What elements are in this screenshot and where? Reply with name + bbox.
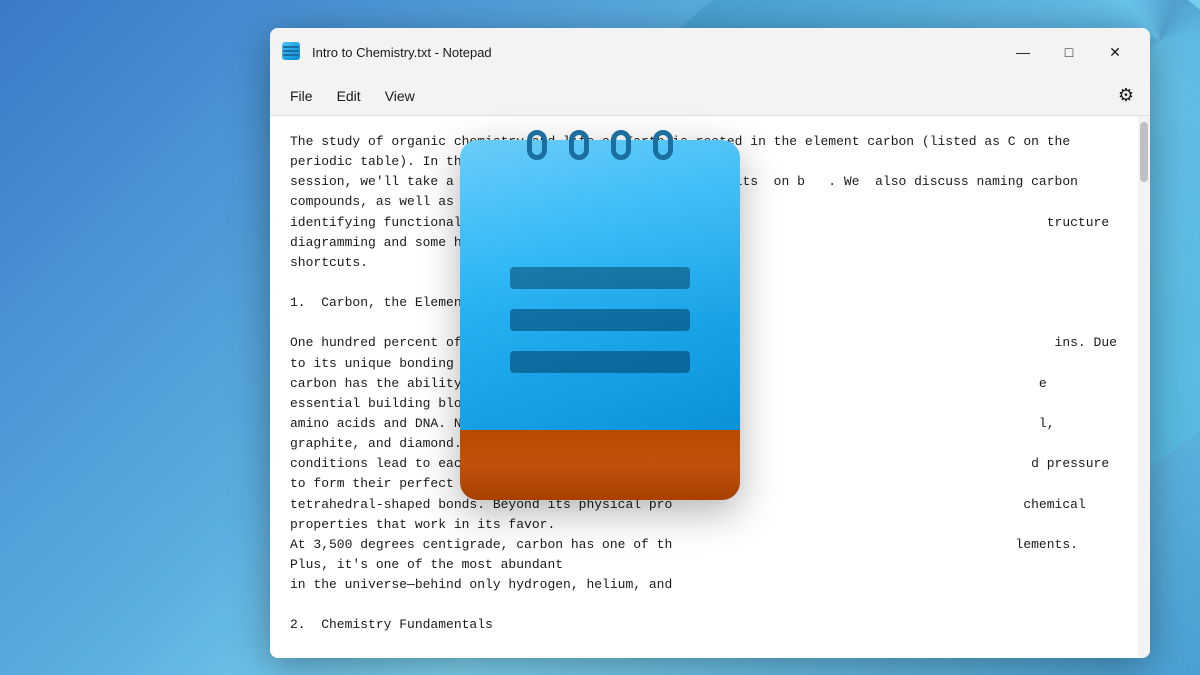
menu-file[interactable]: File — [278, 84, 325, 108]
title-bar: Intro to Chemistry.txt - Notepad — □ ✕ — [270, 28, 1150, 76]
menu-bar: File Edit View ⚙ — [270, 76, 1150, 116]
window-title: Intro to Chemistry.txt - Notepad — [312, 45, 1000, 60]
menu-view[interactable]: View — [373, 84, 427, 108]
content-area: The study of organic chemistry and life … — [270, 116, 1150, 658]
window-controls: — □ ✕ — [1000, 36, 1138, 68]
notepad-window: Intro to Chemistry.txt - Notepad — □ ✕ F… — [270, 28, 1150, 658]
minimize-button[interactable]: — — [1000, 36, 1046, 68]
settings-icon[interactable]: ⚙ — [1110, 80, 1142, 112]
notepad-title-icon — [282, 42, 302, 62]
menu-edit[interactable]: Edit — [325, 84, 373, 108]
scrollbar[interactable] — [1138, 116, 1150, 658]
text-editor[interactable]: The study of organic chemistry and life … — [270, 116, 1138, 658]
close-button[interactable]: ✕ — [1092, 36, 1138, 68]
maximize-button[interactable]: □ — [1046, 36, 1092, 68]
scrollbar-thumb[interactable] — [1140, 122, 1148, 182]
